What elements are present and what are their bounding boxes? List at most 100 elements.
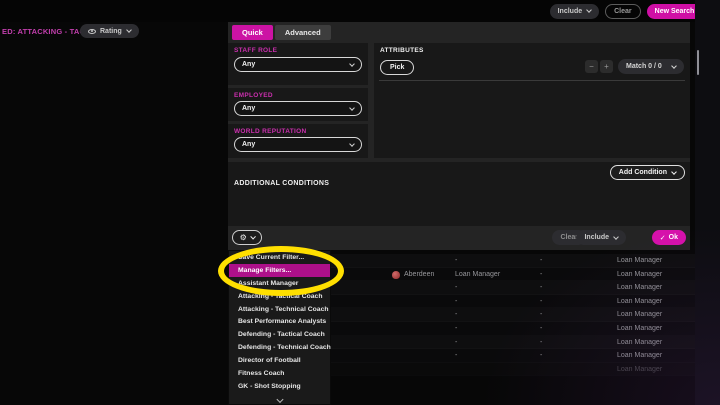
table-row[interactable]: AberdeenLoan Manager-Loan Manager	[330, 268, 696, 282]
filter-menu-item[interactable]: Fitness Coach	[229, 367, 330, 380]
pick-attributes-button[interactable]: Pick	[380, 60, 414, 75]
staff-role-label: STAFF ROLE	[234, 47, 277, 54]
filter-menu-item[interactable]: Defending - Technical Coach	[229, 341, 330, 354]
tab-quick[interactable]: Quick	[232, 25, 273, 40]
new-search-label: New Search	[655, 8, 695, 15]
role-cell: -	[455, 257, 457, 264]
attributes-label: ATTRIBUTES	[380, 47, 424, 54]
additional-conditions-label: ADDITIONAL CONDITIONS	[234, 180, 329, 187]
job-cell: Loan Manager	[617, 311, 662, 318]
world-reputation-section: WORLD REPUTATION Any	[228, 124, 368, 158]
table-row[interactable]: --Loan Manager	[330, 336, 696, 350]
filter-menu-item[interactable]: Best Performance Analysts	[229, 315, 330, 328]
role-cell: Loan Manager	[455, 271, 500, 278]
match-decrease-button[interactable]: −	[585, 60, 598, 73]
filter-menu-item[interactable]: Save Current Filter...	[229, 251, 330, 264]
vertical-scrollbar[interactable]	[697, 50, 699, 75]
mid-cell: -	[540, 325, 542, 332]
filter-menu-item[interactable]: Attacking - Technical Coach	[229, 303, 330, 316]
mid-cell: -	[540, 311, 542, 318]
filter-menu-item[interactable]: Manage Filters...	[229, 264, 330, 277]
match-increase-button[interactable]: +	[600, 60, 613, 73]
filter-menu-item[interactable]: GK - Shot Stopping	[229, 380, 330, 393]
role-cell: -	[455, 284, 457, 291]
top-bar: Include Clear New Search ›	[0, 0, 720, 22]
role-cell: -	[455, 325, 457, 332]
top-include-label: Include	[558, 8, 583, 15]
job-cell: Loan Manager	[617, 298, 662, 305]
chevron-down-icon	[671, 63, 677, 69]
staff-role-select[interactable]: Any	[234, 57, 362, 72]
job-cell: Loan Manager	[617, 352, 662, 359]
tab-advanced[interactable]: Advanced	[275, 25, 331, 40]
panel-include-label: Include	[584, 234, 609, 241]
attributes-section: ATTRIBUTES Pick − + Match 0 / 0	[374, 43, 690, 158]
ok-button[interactable]: ✓ Ok	[652, 230, 686, 245]
menu-scroll-down-icon[interactable]	[276, 396, 283, 403]
rating-label: Rating	[100, 28, 122, 35]
filter-menu-item[interactable]: Assistant Manager	[229, 277, 330, 290]
job-cell: Loan Manager	[617, 366, 662, 373]
top-include-dropdown[interactable]: Include	[550, 4, 600, 19]
world-reputation-label: WORLD REPUTATION	[234, 128, 306, 135]
top-clear-button[interactable]: Clear	[605, 4, 641, 19]
employed-label: EMPLOYED	[234, 92, 273, 99]
chevron-down-icon	[349, 105, 355, 111]
eye-icon	[88, 29, 96, 34]
filter-menu-item[interactable]: Director of Football	[229, 354, 330, 367]
panel-include-dropdown[interactable]: Include	[576, 230, 626, 245]
add-condition-label: Add Condition	[619, 169, 667, 176]
table-row[interactable]: Loan Manager	[330, 363, 696, 377]
table-row[interactable]: - - Loan Manager	[330, 295, 696, 309]
results-table: - - Loan Manager Aberdeen Loan Manager - Loan …	[330, 254, 696, 376]
chevron-down-icon	[126, 27, 132, 33]
table-row[interactable]: --Loan Manager	[330, 281, 696, 295]
chevron-down-icon	[250, 234, 255, 239]
panel-footer: ⚙ Clear Include ✓ Ok	[228, 226, 690, 250]
chevron-down-icon	[349, 61, 355, 67]
additional-conditions-section: ADDITIONAL CONDITIONS Add Condition	[228, 162, 690, 226]
world-reputation-select[interactable]: Any	[234, 137, 362, 152]
rating-view-dropdown[interactable]: Rating	[80, 24, 139, 38]
staff-role-value: Any	[242, 61, 255, 68]
job-cell: Loan Manager	[617, 284, 662, 291]
add-condition-button[interactable]: Add Condition	[610, 165, 685, 180]
role-cell: -	[455, 352, 457, 359]
top-clear-label: Clear	[614, 8, 632, 15]
table-row[interactable]: - - Loan Manager	[330, 254, 696, 268]
mid-cell: -	[540, 352, 542, 359]
app-window: Include Clear New Search › ED: ATTACKING…	[0, 0, 720, 405]
filter-options-gear-button[interactable]: ⚙	[232, 230, 262, 245]
chevron-down-icon	[671, 169, 677, 175]
job-cell: Loan Manager	[617, 339, 662, 346]
match-count-dropdown[interactable]: Match 0 / 0	[618, 59, 684, 74]
staff-role-section: STAFF ROLE Any	[228, 43, 368, 85]
role-cell: -	[455, 298, 457, 305]
employed-section: EMPLOYED Any	[228, 88, 368, 121]
chevron-down-icon	[586, 7, 592, 13]
employed-select[interactable]: Any	[234, 101, 362, 116]
match-count-label: Match 0 / 0	[626, 63, 662, 70]
check-icon: ✓	[660, 234, 666, 242]
job-cell: Loan Manager	[617, 325, 662, 332]
search-filter-panel: QuickAdvanced STAFF ROLE Any EMPLOYED An…	[228, 22, 690, 250]
ok-label: Ok	[669, 234, 678, 241]
attributes-divider	[379, 80, 685, 81]
panel-clear-label: Clear	[560, 234, 578, 241]
world-reputation-value: Any	[242, 141, 255, 148]
job-cell: Loan Manager	[617, 257, 662, 264]
chevron-down-icon	[349, 141, 355, 147]
table-row[interactable]: - - Loan Manager	[330, 308, 696, 322]
new-search-button[interactable]: New Search	[647, 4, 703, 19]
table-row[interactable]: - - Loan Manager	[330, 349, 696, 363]
mid-cell: -	[540, 257, 542, 264]
club-cell: Aberdeen	[404, 271, 434, 278]
employed-value: Any	[242, 105, 255, 112]
club-crest-icon	[392, 271, 400, 279]
filter-menu-item[interactable]: Attacking - Tactical Coach	[229, 290, 330, 303]
mid-cell: -	[540, 298, 542, 305]
table-row[interactable]: - - Loan Manager	[330, 322, 696, 336]
role-cell: -	[455, 311, 457, 318]
mid-cell: -	[540, 339, 542, 346]
filter-menu-item[interactable]: Defending - Tactical Coach	[229, 328, 330, 341]
